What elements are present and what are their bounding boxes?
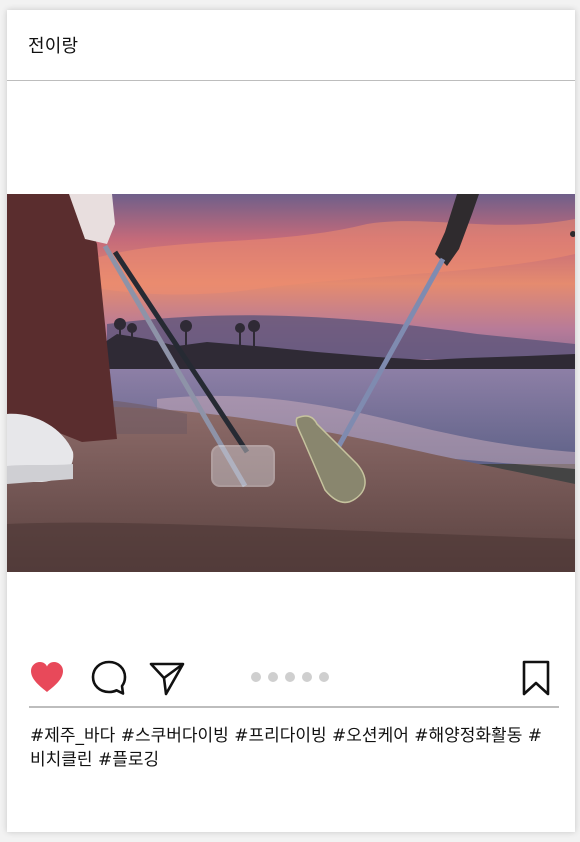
paper-plane-icon[interactable] [147, 658, 187, 698]
caption-divider [29, 706, 559, 708]
beach-cleanup-photo [7, 194, 575, 572]
bookmark-icon[interactable] [519, 658, 553, 698]
username[interactable]: 전이랑 [28, 32, 78, 58]
heart-icon[interactable] [27, 658, 67, 698]
post-photo[interactable] [7, 194, 575, 572]
post-caption: #제주_바다 #스쿠버다이빙 #프리다이빙 #오션케어 #해양정화활동 #비치클… [30, 726, 542, 770]
carousel-dot[interactable] [251, 672, 261, 682]
carousel-dot[interactable] [302, 672, 312, 682]
carousel-indicator [251, 672, 329, 682]
post-card: 전이랑 #제주_바다 #스쿠버다이빙 #프리다이빙 #오션케어 #해양정화활동 … [7, 10, 575, 832]
post-header: 전이랑 [7, 10, 575, 81]
carousel-dot[interactable] [285, 672, 295, 682]
comment-bubble-icon[interactable] [89, 658, 129, 698]
carousel-dot[interactable] [268, 672, 278, 682]
carousel-dot[interactable] [319, 672, 329, 682]
action-bar [7, 650, 575, 706]
